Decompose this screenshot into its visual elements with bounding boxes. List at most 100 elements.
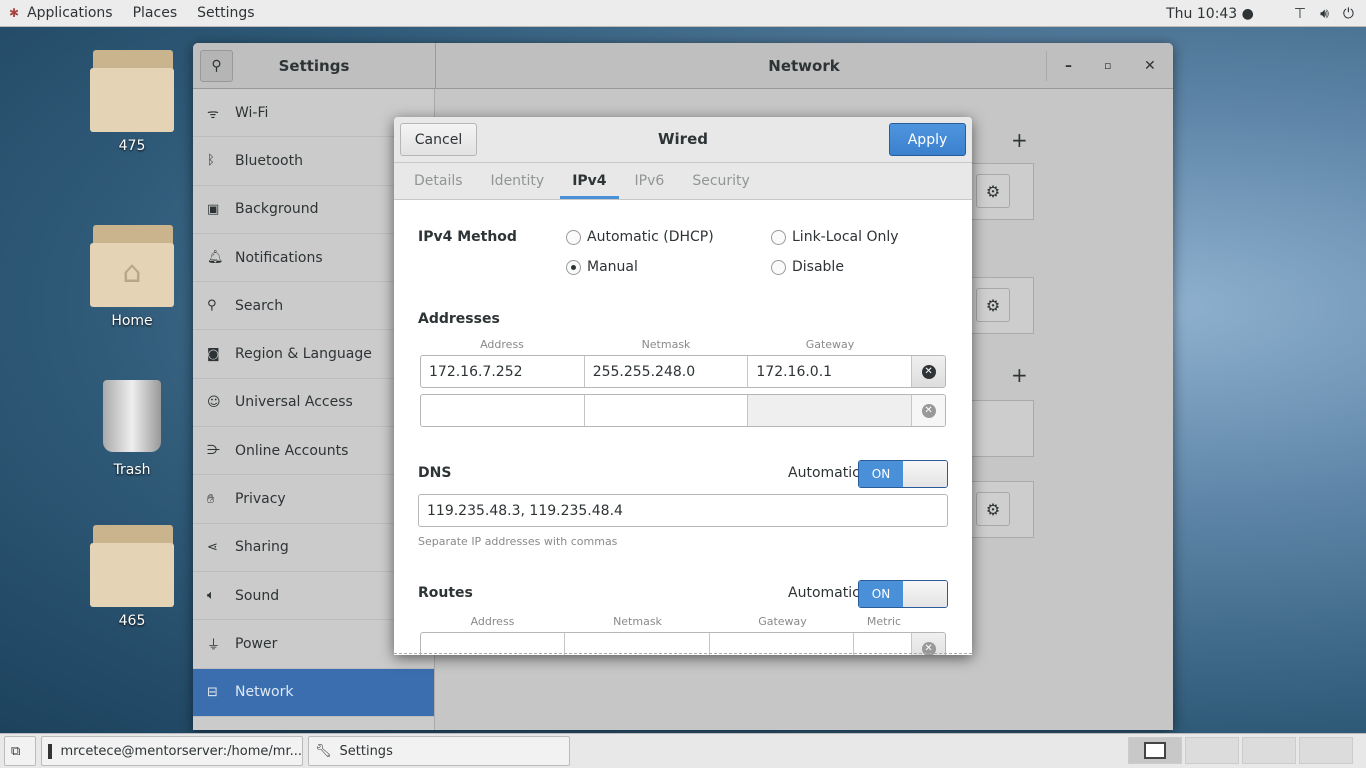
show-desktop-button[interactable]: ⧉ bbox=[4, 736, 36, 766]
show-desktop-icon: ⧉ bbox=[11, 743, 21, 759]
address-input[interactable] bbox=[421, 395, 585, 426]
switch-state: ON bbox=[859, 581, 903, 607]
tab-security[interactable]: Security bbox=[680, 163, 762, 199]
column-header: Metric bbox=[866, 615, 902, 628]
radio-automatic-dhcp[interactable]: Automatic (DHCP) bbox=[566, 229, 714, 245]
sidebar-title: Settings bbox=[278, 56, 350, 75]
workspace-4[interactable] bbox=[1299, 737, 1353, 764]
radio-label: Manual bbox=[587, 259, 638, 275]
camera-icon: ◙ bbox=[207, 346, 220, 362]
delete-address-button[interactable]: ✕ bbox=[912, 356, 945, 387]
clock[interactable]: Thu 10:43 ● bbox=[1166, 6, 1254, 22]
settings-menu[interactable]: Settings bbox=[197, 5, 254, 21]
sidebar-item-label: Network bbox=[235, 684, 294, 701]
dns-hint: Separate IP addresses with commas bbox=[418, 535, 618, 548]
volume-icon[interactable]: 🔊︎ bbox=[1320, 6, 1329, 22]
sidebar-item-label: Sharing bbox=[235, 539, 289, 556]
add-vpn-icon[interactable]: + bbox=[1011, 363, 1028, 387]
desktop-icon-trash[interactable]: Trash bbox=[87, 380, 177, 478]
network-icon[interactable]: ⊤ bbox=[1294, 6, 1306, 22]
folder-icon bbox=[90, 525, 174, 607]
workspace-2[interactable] bbox=[1185, 737, 1239, 764]
folder-icon bbox=[90, 50, 174, 132]
wifi-icon: ᯤ bbox=[207, 106, 219, 122]
radio-label: Link-Local Only bbox=[792, 229, 899, 245]
sidebar-item-label: Search bbox=[235, 297, 284, 314]
taskbar-item-terminal[interactable]: mrcetece@mentorserver:/home/mr... bbox=[41, 736, 303, 766]
scroll-edge bbox=[394, 653, 972, 654]
search-icon: ⚲ bbox=[207, 298, 217, 314]
dns-input[interactable]: 119.235.48.3, 119.235.48.4 bbox=[418, 494, 948, 527]
column-header: Gateway bbox=[758, 615, 807, 628]
sidebar-item-label: Bluetooth bbox=[235, 152, 303, 169]
dns-automatic-switch[interactable]: ON bbox=[858, 460, 948, 488]
minimize-button[interactable]: – bbox=[1065, 58, 1072, 74]
ipv4-method-label: IPv4 Method bbox=[418, 229, 517, 245]
radio-manual[interactable]: Manual bbox=[566, 259, 638, 275]
desktop-label: Trash bbox=[113, 462, 151, 478]
desktop-label: Home bbox=[111, 313, 153, 329]
applications-menu[interactable]: Applications bbox=[27, 5, 113, 21]
gateway-input[interactable]: 172.16.0.1 bbox=[748, 356, 913, 387]
routes-automatic-switch[interactable]: ON bbox=[858, 580, 948, 608]
delete-route-button[interactable]: ✕ bbox=[912, 633, 945, 655]
route-metric-input[interactable] bbox=[854, 633, 913, 655]
close-button[interactable]: ✕ bbox=[1144, 58, 1156, 74]
radio-icon bbox=[771, 259, 786, 275]
desktop-label: 475 bbox=[118, 138, 146, 154]
places-menu[interactable]: Places bbox=[133, 5, 178, 21]
address-row: 172.16.7.252 255.255.248.0 172.16.0.1 ✕ bbox=[420, 355, 946, 388]
online-accounts-icon: ⋺ bbox=[207, 443, 220, 459]
apply-button[interactable]: Apply bbox=[889, 123, 966, 156]
home-folder-icon: ⌂ bbox=[90, 225, 174, 307]
netmask-input[interactable]: 255.255.248.0 bbox=[585, 356, 749, 387]
tab-identity[interactable]: Identity bbox=[479, 163, 557, 199]
addresses-label: Addresses bbox=[418, 311, 500, 327]
hand-icon: ✋︎ bbox=[207, 491, 215, 507]
accessibility-icon: ☺ bbox=[207, 394, 221, 410]
clock-text: Thu 10:43 bbox=[1166, 5, 1238, 22]
sidebar-item-label: Background bbox=[235, 201, 319, 218]
add-connection-icon[interactable]: + bbox=[1011, 128, 1028, 152]
taskbar: ⧉ mrcetece@mentorserver:/home/mr... 🔧︎ Se… bbox=[0, 733, 1366, 768]
sidebar-item-network[interactable]: ⊟ Network bbox=[193, 668, 434, 717]
maximize-button[interactable]: ▫ bbox=[1104, 59, 1111, 72]
dialog-header: Cancel Wired Apply bbox=[394, 117, 972, 163]
workspace-1[interactable] bbox=[1128, 737, 1182, 764]
dns-label: DNS bbox=[418, 465, 452, 481]
desktop-icon-home[interactable]: ⌂ Home bbox=[87, 225, 177, 329]
route-gateway-input[interactable] bbox=[710, 633, 855, 655]
sidebar-item-label: Sound bbox=[235, 587, 280, 604]
tab-ipv4[interactable]: IPv4 bbox=[560, 163, 619, 199]
wired-dialog: Cancel Wired Apply Details Identity IPv4… bbox=[394, 117, 972, 655]
delete-address-button: ✕ bbox=[912, 395, 945, 426]
gear-icon[interactable]: ⚙ bbox=[976, 288, 1010, 322]
taskbar-item-settings[interactable]: 🔧︎ Settings bbox=[308, 736, 570, 766]
gear-icon[interactable]: ⚙ bbox=[976, 492, 1010, 526]
radio-disable[interactable]: Disable bbox=[771, 259, 844, 275]
window-title: Network bbox=[768, 56, 840, 75]
netmask-input[interactable] bbox=[585, 395, 749, 426]
gnome-logo-icon: ✱ bbox=[9, 6, 20, 20]
tab-bar: Details Identity IPv4 IPv6 Security bbox=[394, 163, 972, 200]
column-header: Address bbox=[470, 615, 515, 628]
radio-icon bbox=[771, 229, 786, 245]
gear-icon[interactable]: ⚙ bbox=[976, 174, 1010, 208]
power-icon[interactable]: ⏻ bbox=[1343, 6, 1354, 22]
route-address-input[interactable] bbox=[421, 633, 566, 655]
header-bar: ⚲ Settings Network – ▫ ✕ bbox=[193, 43, 1173, 89]
desktop-icon-475[interactable]: 475 bbox=[87, 50, 177, 154]
tab-ipv6[interactable]: IPv6 bbox=[623, 163, 677, 199]
bell-icon: 🔔︎ bbox=[207, 250, 224, 266]
radio-label: Automatic (DHCP) bbox=[587, 229, 714, 245]
tab-details[interactable]: Details bbox=[402, 163, 475, 199]
close-circle-icon: ✕ bbox=[921, 364, 936, 379]
workspace-3[interactable] bbox=[1242, 737, 1296, 764]
route-netmask-input[interactable] bbox=[565, 633, 710, 655]
sidebar-item-label: Region & Language bbox=[235, 346, 372, 363]
settings-tools-icon: 🔧︎ bbox=[315, 743, 332, 759]
desktop-icon-465[interactable]: 465 bbox=[87, 525, 177, 629]
address-input[interactable]: 172.16.7.252 bbox=[421, 356, 585, 387]
radio-link-local[interactable]: Link-Local Only bbox=[771, 229, 899, 245]
radio-icon bbox=[566, 229, 581, 245]
